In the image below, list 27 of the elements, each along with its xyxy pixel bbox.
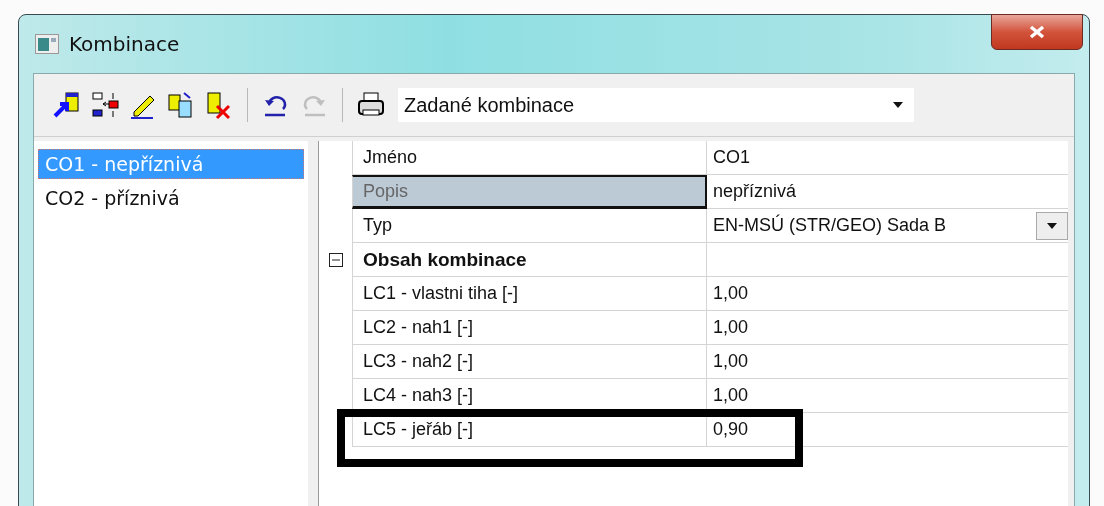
close-button[interactable] <box>991 14 1083 50</box>
property-name: Typ <box>352 209 707 243</box>
table-arrow-icon <box>52 90 82 120</box>
property-value: 1,00 <box>713 351 749 372</box>
swap-icon <box>90 90 120 120</box>
collapse-icon[interactable] <box>328 253 343 267</box>
property-value: 0,90 <box>713 419 749 440</box>
close-icon <box>1028 25 1046 39</box>
property-value: 1,00 <box>713 283 749 304</box>
property-name: LC3 - nah2 [-] <box>352 345 707 379</box>
property-name: Jméno <box>352 141 707 175</box>
window-title: Kombinace <box>69 32 180 56</box>
property-value: EN-MSÚ (STR/GEO) Sada B <box>713 215 947 236</box>
caret-icon <box>892 101 904 109</box>
property-value: nepříznivá <box>713 181 797 202</box>
property-value: 1,00 <box>713 385 749 406</box>
caret-icon <box>1046 221 1058 230</box>
filter-dropdown[interactable]: Zadané kombinace <box>398 88 914 122</box>
property-value: CO1 <box>713 147 750 168</box>
window-icon <box>35 34 59 54</box>
property-name: LC2 - nah1 [-] <box>352 311 707 345</box>
property-name: LC1 - vlastni tiha [-] <box>352 277 707 311</box>
group-label: Obsah kombinace <box>352 243 707 277</box>
dropdown-button[interactable] <box>1036 211 1068 240</box>
list-item[interactable]: CO2 - příznivá <box>38 183 304 213</box>
property-name: Popis <box>352 175 707 209</box>
property-value: 1,00 <box>713 317 749 338</box>
